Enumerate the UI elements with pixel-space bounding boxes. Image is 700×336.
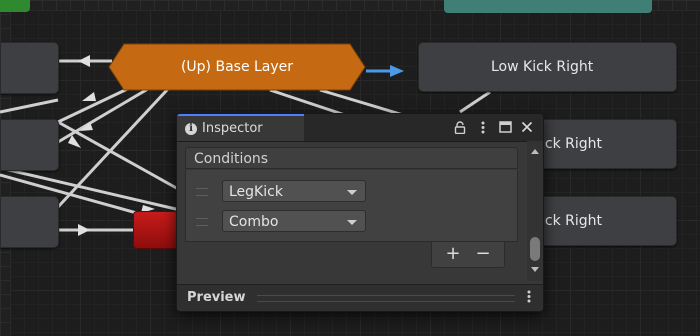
condition-parameter-dropdown[interactable]: Combo [222, 210, 366, 232]
transition-arrow [68, 135, 81, 148]
transition-line [57, 120, 181, 192]
close-icon[interactable] [519, 119, 535, 135]
list-footer: + − [431, 242, 505, 268]
remove-condition-button[interactable]: − [472, 244, 494, 264]
inspector-header: i Inspector [177, 114, 543, 142]
transition-arrow [78, 224, 90, 236]
state-node-label: ick Right [541, 213, 603, 229]
preview-drag-handle[interactable] [257, 295, 515, 302]
info-icon: i [185, 122, 197, 135]
more-icon[interactable] [475, 119, 491, 135]
preview-label: Preview [187, 290, 246, 305]
conditions-header: Conditions [185, 147, 518, 169]
state-node-label: Low Kick Right [491, 59, 594, 75]
dropdown-value: Combo [229, 214, 279, 230]
state-node-low-kick-right[interactable]: Low Kick Right [418, 42, 677, 92]
chevron-down-icon [347, 190, 357, 195]
base-layer-label: (Up) Base Layer [180, 59, 294, 75]
lock-icon[interactable] [452, 119, 468, 135]
left-state-node[interactable] [0, 42, 59, 94]
transition-arrow [78, 55, 90, 67]
add-condition-button[interactable]: + [442, 244, 464, 264]
scrollbar-thumb[interactable] [530, 237, 540, 261]
left-state-node[interactable] [0, 119, 59, 171]
chevron-down-icon [347, 220, 357, 225]
transition-arrow [82, 92, 96, 101]
inspector-window: i Inspector Conditions LegKick Combo + −… [176, 113, 544, 312]
conditions-list: LegKick Combo [185, 170, 518, 242]
selected-state-node[interactable] [133, 211, 182, 249]
more-icon[interactable] [527, 290, 531, 307]
drag-handle-icon[interactable] [196, 188, 208, 196]
transition-line [459, 90, 491, 114]
transition-line [0, 98, 59, 114]
selected-transition-arrow [390, 65, 404, 77]
scroll-up-icon[interactable] [531, 149, 539, 154]
maximize-icon[interactable] [497, 119, 513, 135]
scroll-down-icon[interactable] [531, 267, 539, 272]
tab-inspector[interactable]: i Inspector [177, 114, 304, 141]
preview-bar[interactable]: Preview [177, 284, 543, 311]
drag-handle-icon[interactable] [196, 218, 208, 226]
state-node-label: ick Right [541, 136, 603, 152]
condition-row[interactable]: Combo [194, 210, 524, 234]
green-state-node[interactable] [0, 0, 30, 12]
vertical-scrollbar[interactable] [527, 141, 543, 281]
teal-state-node[interactable] [444, 0, 652, 13]
tab-label: Inspector [202, 121, 263, 136]
condition-row[interactable]: LegKick [194, 180, 524, 204]
dropdown-value: LegKick [229, 184, 283, 200]
base-layer-node[interactable]: (Up) Base Layer [108, 43, 366, 91]
left-state-node[interactable] [0, 196, 59, 248]
condition-parameter-dropdown[interactable]: LegKick [222, 180, 366, 202]
